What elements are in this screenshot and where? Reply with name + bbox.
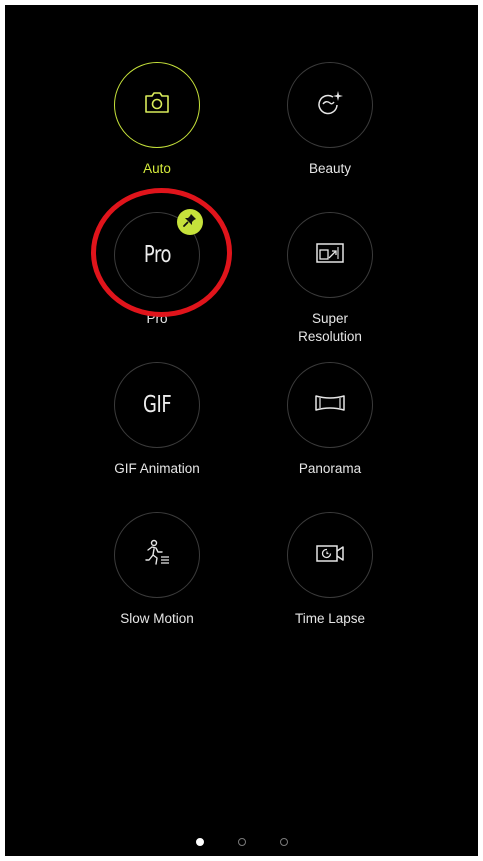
mode-auto[interactable]: Auto: [77, 62, 237, 178]
mode-super-resolution-label: Super Resolution: [250, 310, 410, 346]
mode-super-resolution-button[interactable]: [287, 212, 373, 298]
page-dot-2[interactable]: [237, 838, 246, 846]
mode-panorama-label: Panorama: [298, 461, 362, 476]
mode-beauty[interactable]: Beauty: [250, 62, 410, 178]
mode-auto-button[interactable]: [114, 62, 200, 148]
page-dot-3[interactable]: [279, 838, 288, 846]
mode-time-lapse-label: Time Lapse: [294, 611, 366, 626]
mode-slow-motion[interactable]: Slow Motion: [77, 512, 237, 628]
label-line-1: Super: [311, 311, 349, 326]
label-line-2: Resolution: [298, 329, 362, 344]
mode-panorama[interactable]: Panorama: [250, 362, 410, 478]
super-resolution-icon: [315, 241, 345, 270]
mode-pro-label: Pro: [146, 311, 168, 326]
mode-super-resolution[interactable]: Super Resolution: [250, 212, 410, 346]
mode-panorama-button[interactable]: [287, 362, 373, 448]
mode-beauty-button[interactable]: [287, 62, 373, 148]
camera-mode-screen: Auto Beauty Pro Pro Super Resolution GIF…: [5, 5, 478, 856]
mode-gif-animation[interactable]: GIF GIF Animation: [77, 362, 237, 478]
gif-text-icon: GIF: [142, 392, 172, 418]
mode-pro-button[interactable]: Pro: [114, 209, 203, 298]
camera-icon: [143, 91, 171, 120]
pin-icon: [182, 212, 198, 233]
mode-time-lapse[interactable]: Time Lapse: [250, 512, 410, 628]
mode-slow-motion-label: Slow Motion: [120, 611, 194, 626]
mode-pro[interactable]: Pro Pro: [77, 209, 237, 328]
mode-gif-label: GIF Animation: [114, 461, 200, 476]
slow-motion-runner-icon: [142, 538, 172, 573]
page-indicator: [5, 838, 478, 846]
mode-slow-motion-button[interactable]: [114, 512, 200, 598]
mode-beauty-label: Beauty: [308, 161, 352, 176]
beauty-face-sparkle-icon: [315, 88, 345, 123]
time-lapse-camera-icon: [314, 541, 346, 570]
page-dot-1[interactable]: [195, 838, 204, 846]
pro-text-icon: Pro: [143, 242, 171, 268]
mode-time-lapse-button[interactable]: [287, 512, 373, 598]
mode-auto-label: Auto: [143, 161, 171, 176]
panorama-icon: [313, 392, 347, 419]
mode-gif-button[interactable]: GIF: [114, 362, 200, 448]
pin-badge: [177, 209, 203, 235]
